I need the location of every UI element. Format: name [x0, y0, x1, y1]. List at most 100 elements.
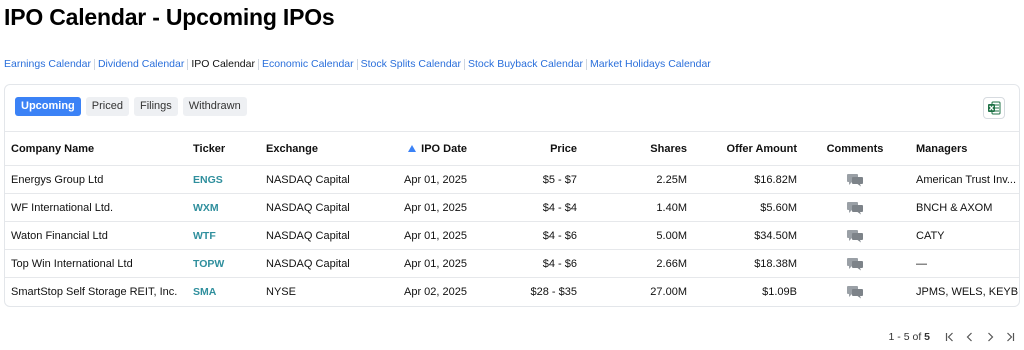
ipo-date: Apr 01, 2025	[404, 201, 467, 214]
ticker-link[interactable]: WTF	[193, 230, 216, 242]
header-exchange[interactable]: Exchange	[266, 132, 376, 165]
header-ipo-date[interactable]: IPO Date	[385, 132, 467, 165]
sort-ascending-icon	[408, 145, 417, 152]
offer-amount: $34.50M	[754, 229, 797, 242]
ticker-link[interactable]: WXM	[193, 202, 219, 214]
comments-icon	[847, 201, 863, 214]
header-price[interactable]: Price	[485, 132, 577, 165]
price-range: $4 - $6	[542, 257, 577, 270]
table-row: Energys Group Ltd ENGS NASDAQ Capital Ap…	[5, 165, 1019, 193]
offer-amount: $5.60M	[760, 201, 797, 214]
comments-button[interactable]	[820, 222, 890, 249]
company-name: WF International Ltd.	[11, 201, 114, 214]
excel-icon	[988, 101, 1001, 115]
shares: 5.00M	[656, 229, 687, 242]
pagination: 1 - 5 of 5	[889, 331, 1016, 343]
table-row: Waton Financial Ltd WTF NASDAQ Capital A…	[5, 221, 1019, 249]
exchange: NASDAQ Capital	[266, 229, 350, 242]
header-comments: Comments	[826, 142, 884, 155]
header-company[interactable]: Company Name	[11, 132, 191, 165]
calendar-nav: Earnings Calendar Dividend Calendar IPO …	[4, 58, 711, 70]
offer-amount: $1.09B	[762, 285, 797, 298]
nav-separator	[93, 58, 95, 70]
exchange: NASDAQ Capital	[266, 257, 350, 270]
exchange: NYSE	[266, 285, 296, 298]
ipo-date: Apr 02, 2025	[404, 285, 467, 298]
nav-separator	[356, 58, 358, 70]
managers: BNCH & AXOM	[916, 201, 993, 214]
shares: 1.40M	[656, 201, 687, 214]
comments-button[interactable]	[820, 278, 890, 305]
nav-stock-splits-calendar[interactable]: Stock Splits Calendar	[361, 58, 461, 70]
header-shares[interactable]: Shares	[595, 132, 687, 165]
ipo-table-card: Upcoming Priced Filings Withdrawn Compan…	[4, 84, 1020, 307]
shares: 27.00M	[650, 285, 687, 298]
exchange: NASDAQ Capital	[266, 173, 350, 186]
pagination-count: 1 - 5 of 5	[889, 331, 930, 343]
chevron-right-icon	[988, 332, 994, 342]
tab-priced[interactable]: Priced	[85, 97, 129, 116]
company-name: Energys Group Ltd	[11, 173, 104, 186]
ticker-link[interactable]: TOPW	[193, 258, 224, 270]
ipo-date: Apr 01, 2025	[404, 257, 467, 270]
last-page-icon	[1007, 332, 1015, 342]
price-range: $4 - $6	[542, 229, 577, 242]
export-excel-button[interactable]	[983, 97, 1005, 119]
shares: 2.25M	[656, 173, 687, 186]
nav-separator	[464, 58, 466, 70]
table-row: WF International Ltd. WXM NASDAQ Capital…	[5, 193, 1019, 221]
shares: 2.66M	[656, 257, 687, 270]
page-title: IPO Calendar - Upcoming IPOs	[4, 4, 335, 30]
comments-button[interactable]	[820, 250, 890, 277]
ticker-link[interactable]: ENGS	[193, 174, 223, 186]
ipo-table: Company Name Ticker Exchange IPO Date Pr…	[5, 131, 1019, 305]
tab-withdrawn[interactable]: Withdrawn	[182, 97, 247, 116]
header-ipo-date-label: IPO Date	[421, 142, 467, 155]
comments-icon	[847, 229, 863, 242]
nav-ipo-calendar[interactable]: IPO Calendar	[191, 58, 255, 70]
nav-dividend-calendar[interactable]: Dividend Calendar	[98, 58, 184, 70]
header-offer-amount[interactable]: Offer Amount	[705, 132, 797, 165]
nav-separator	[586, 58, 587, 70]
comments-icon	[847, 285, 863, 298]
next-page-button[interactable]	[984, 331, 996, 343]
comments-icon	[847, 173, 863, 186]
header-ticker[interactable]: Ticker	[193, 132, 253, 165]
ipo-date: Apr 01, 2025	[404, 173, 467, 186]
managers: American Trust Inv...	[916, 173, 1017, 186]
company-name: SmartStop Self Storage REIT, Inc.	[11, 285, 178, 298]
first-page-button[interactable]	[944, 331, 956, 343]
price-range: $28 - $35	[530, 285, 577, 298]
nav-stock-buyback-calendar[interactable]: Stock Buyback Calendar	[468, 58, 583, 70]
comments-button[interactable]	[820, 194, 890, 221]
comments-button[interactable]	[820, 166, 890, 193]
offer-amount: $18.38M	[754, 257, 797, 270]
ticker-link[interactable]: SMA	[193, 286, 216, 298]
company-name: Top Win International Ltd	[11, 257, 133, 270]
first-page-icon	[945, 332, 953, 342]
previous-page-button[interactable]	[964, 331, 976, 343]
nav-earnings-calendar[interactable]: Earnings Calendar	[4, 58, 91, 70]
ipo-tabs: Upcoming Priced Filings Withdrawn	[15, 97, 247, 116]
price-range: $5 - $7	[542, 173, 577, 186]
nav-separator	[257, 58, 259, 70]
managers: JPMS, WELS, KEYB...	[916, 285, 1018, 298]
comments-icon	[847, 257, 863, 270]
managers: —	[916, 257, 927, 270]
last-page-button[interactable]	[1004, 331, 1016, 343]
pagination-total: 5	[924, 331, 930, 343]
managers: CATY	[916, 229, 945, 242]
nav-economic-calendar[interactable]: Economic Calendar	[262, 58, 354, 70]
ipo-date: Apr 01, 2025	[404, 229, 467, 242]
table-row: Top Win International Ltd TOPW NASDAQ Ca…	[5, 249, 1019, 277]
tab-filings[interactable]: Filings	[133, 97, 178, 116]
header-managers[interactable]: Managers	[916, 132, 1018, 165]
price-range: $4 - $4	[542, 201, 577, 214]
tab-upcoming[interactable]: Upcoming	[15, 97, 81, 116]
table-row: SmartStop Self Storage REIT, Inc. SMA NY…	[5, 277, 1019, 305]
company-name: Waton Financial Ltd	[11, 229, 108, 242]
nav-market-holidays-calendar[interactable]: Market Holidays Calendar	[590, 58, 711, 70]
exchange: NASDAQ Capital	[266, 201, 350, 214]
nav-separator	[187, 58, 189, 70]
offer-amount: $16.82M	[754, 173, 797, 186]
